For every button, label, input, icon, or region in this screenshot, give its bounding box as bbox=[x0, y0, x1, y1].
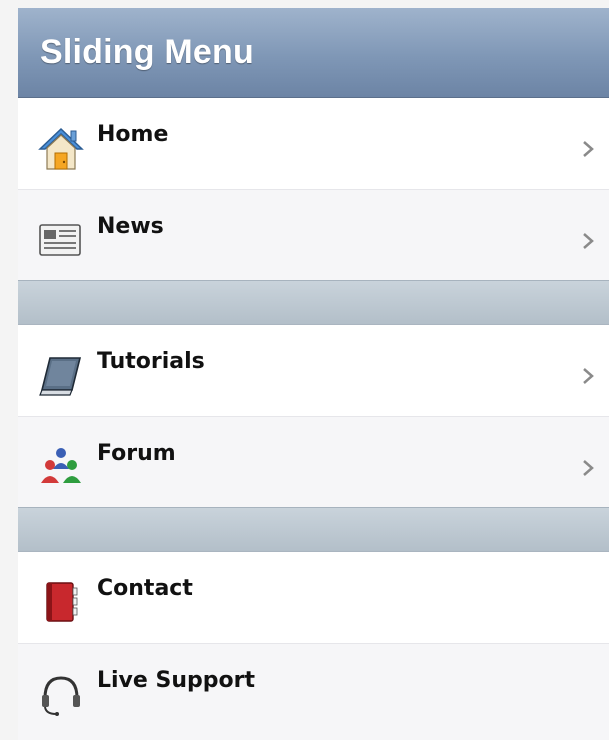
chevron-right-icon bbox=[581, 365, 597, 387]
menu-item-label: Contact bbox=[97, 576, 193, 601]
menu-item-label: News bbox=[97, 214, 164, 239]
headset-icon bbox=[36, 668, 86, 718]
users-icon bbox=[36, 441, 86, 491]
section-divider bbox=[18, 280, 609, 325]
menu-item-label: Tutorials bbox=[97, 349, 205, 374]
menu-item-home[interactable]: Home bbox=[18, 98, 609, 189]
home-icon bbox=[36, 123, 86, 173]
menu-item-label: Forum bbox=[97, 441, 176, 466]
address-book-icon bbox=[36, 577, 86, 627]
menu-item-contact[interactable]: Contact bbox=[18, 552, 609, 643]
menu-item-tutorials[interactable]: Tutorials bbox=[18, 325, 609, 416]
book-icon bbox=[36, 350, 86, 400]
menu-item-forum[interactable]: Forum bbox=[18, 416, 609, 507]
menu-title: Sliding Menu bbox=[40, 33, 254, 71]
chevron-right-icon bbox=[581, 230, 597, 252]
section-divider bbox=[18, 507, 609, 552]
menu-item-label: Home bbox=[97, 122, 169, 147]
news-icon bbox=[36, 214, 86, 264]
chevron-right-icon bbox=[581, 457, 597, 479]
menu-item-news[interactable]: News bbox=[18, 189, 609, 280]
menu-header: Sliding Menu bbox=[18, 8, 609, 98]
menu-item-live-support[interactable]: Live Support bbox=[18, 643, 609, 734]
menu-item-label: Live Support bbox=[97, 668, 255, 693]
sliding-menu: Sliding Menu Home News Tutorials Forum C… bbox=[18, 8, 609, 740]
chevron-right-icon bbox=[581, 138, 597, 160]
